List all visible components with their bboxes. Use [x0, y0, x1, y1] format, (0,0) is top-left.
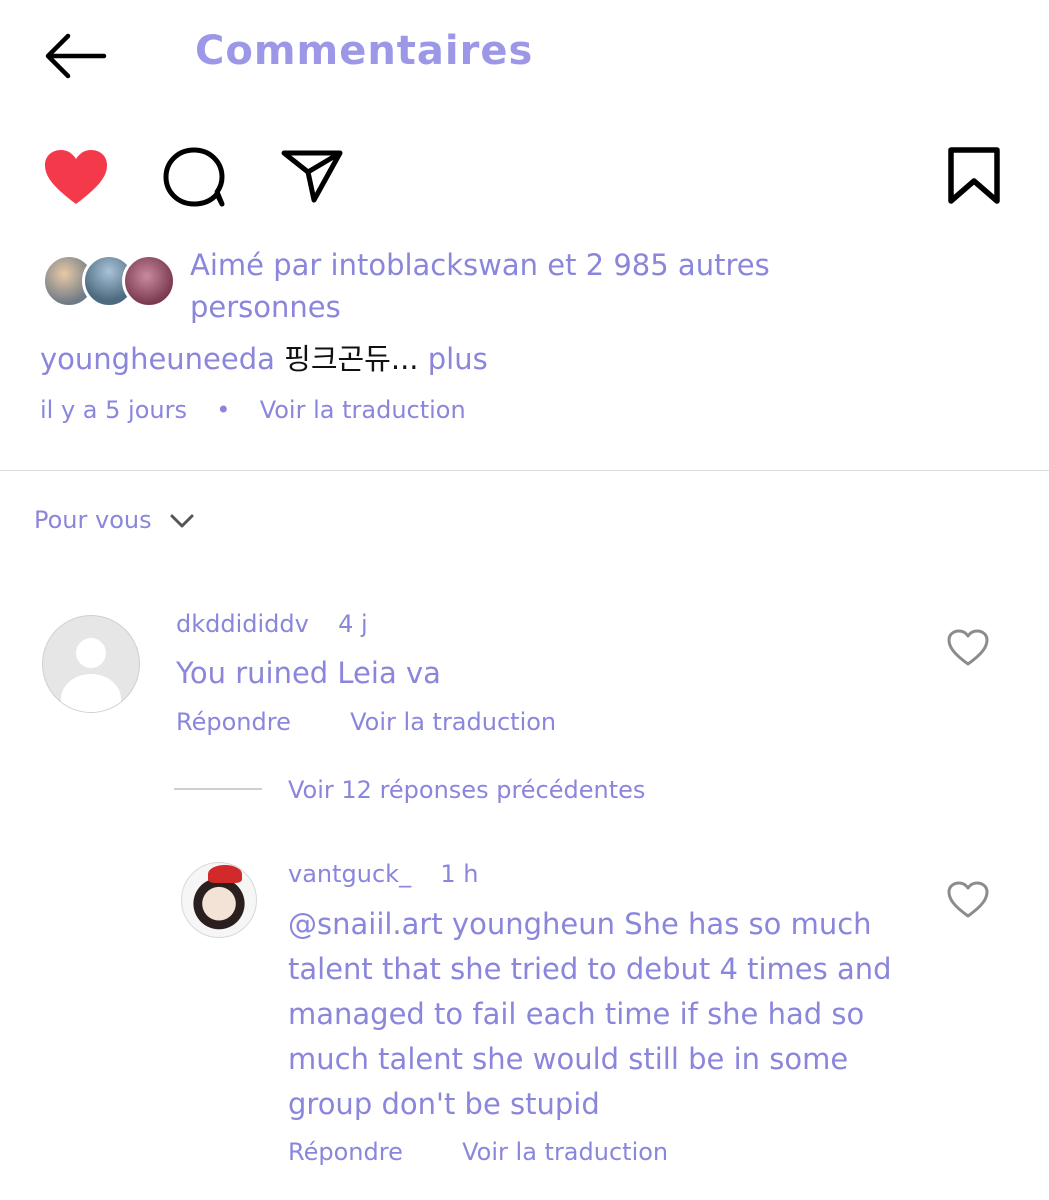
translate-link[interactable]: Voir la traduction [350, 708, 556, 736]
reply-header: vantguck_ 1 h [288, 860, 478, 888]
post-timestamp: il y a 5 jours [40, 396, 187, 424]
reply-text: @snaiil.art youngheun She has so much ta… [288, 907, 892, 1121]
comment-icon[interactable] [160, 144, 228, 210]
comment-username[interactable]: dkddididdv [176, 610, 309, 638]
comment-text: You ruined Leia va [176, 656, 441, 690]
avatar [122, 254, 176, 308]
reply-button[interactable]: Répondre [176, 708, 291, 736]
caption-text: 핑크곤듀... [284, 342, 419, 376]
avatar[interactable] [181, 862, 257, 938]
liked-by-text[interactable]: Aimé par intoblackswan et 2 985 autres p… [190, 244, 890, 328]
sort-label: Pour vous [34, 506, 152, 534]
heart-outline-icon[interactable] [946, 880, 990, 920]
bookmark-icon[interactable] [946, 146, 1004, 206]
meta-separator: • [216, 396, 231, 424]
page-title: Commentaires [195, 28, 534, 74]
send-icon[interactable] [280, 148, 344, 204]
heart-filled-icon[interactable] [42, 148, 110, 208]
post-translate-link[interactable]: Voir la traduction [260, 396, 466, 424]
translate-link[interactable]: Voir la traduction [462, 1138, 668, 1166]
reply-time: 1 h [440, 860, 479, 888]
avatar[interactable] [42, 615, 140, 713]
reply-actions: Répondre Voir la traduction [288, 1138, 668, 1166]
chevron-down-icon [170, 514, 194, 528]
comment-header: dkddididdv 4 j [176, 610, 368, 638]
back-arrow-icon[interactable] [40, 30, 110, 82]
post-meta: il y a 5 jours • Voir la traduction [40, 396, 466, 424]
heart-outline-icon[interactable] [946, 628, 990, 668]
caption-username[interactable]: youngheuneeda [40, 342, 275, 376]
sort-dropdown[interactable]: Pour vous [34, 506, 195, 534]
comment-actions: Répondre Voir la traduction [176, 708, 556, 736]
liker-avatars [42, 254, 176, 308]
reply-username[interactable]: vantguck_ [288, 860, 411, 888]
post-caption: youngheuneeda 핑크곤듀... plus [40, 336, 488, 378]
reply-button[interactable]: Répondre [288, 1138, 403, 1166]
caption-more-link[interactable]: plus [428, 342, 488, 376]
replies-divider [174, 788, 262, 790]
comment-time: 4 j [338, 610, 368, 638]
divider [0, 470, 1049, 471]
view-replies-link[interactable]: Voir 12 réponses précédentes [288, 776, 645, 804]
